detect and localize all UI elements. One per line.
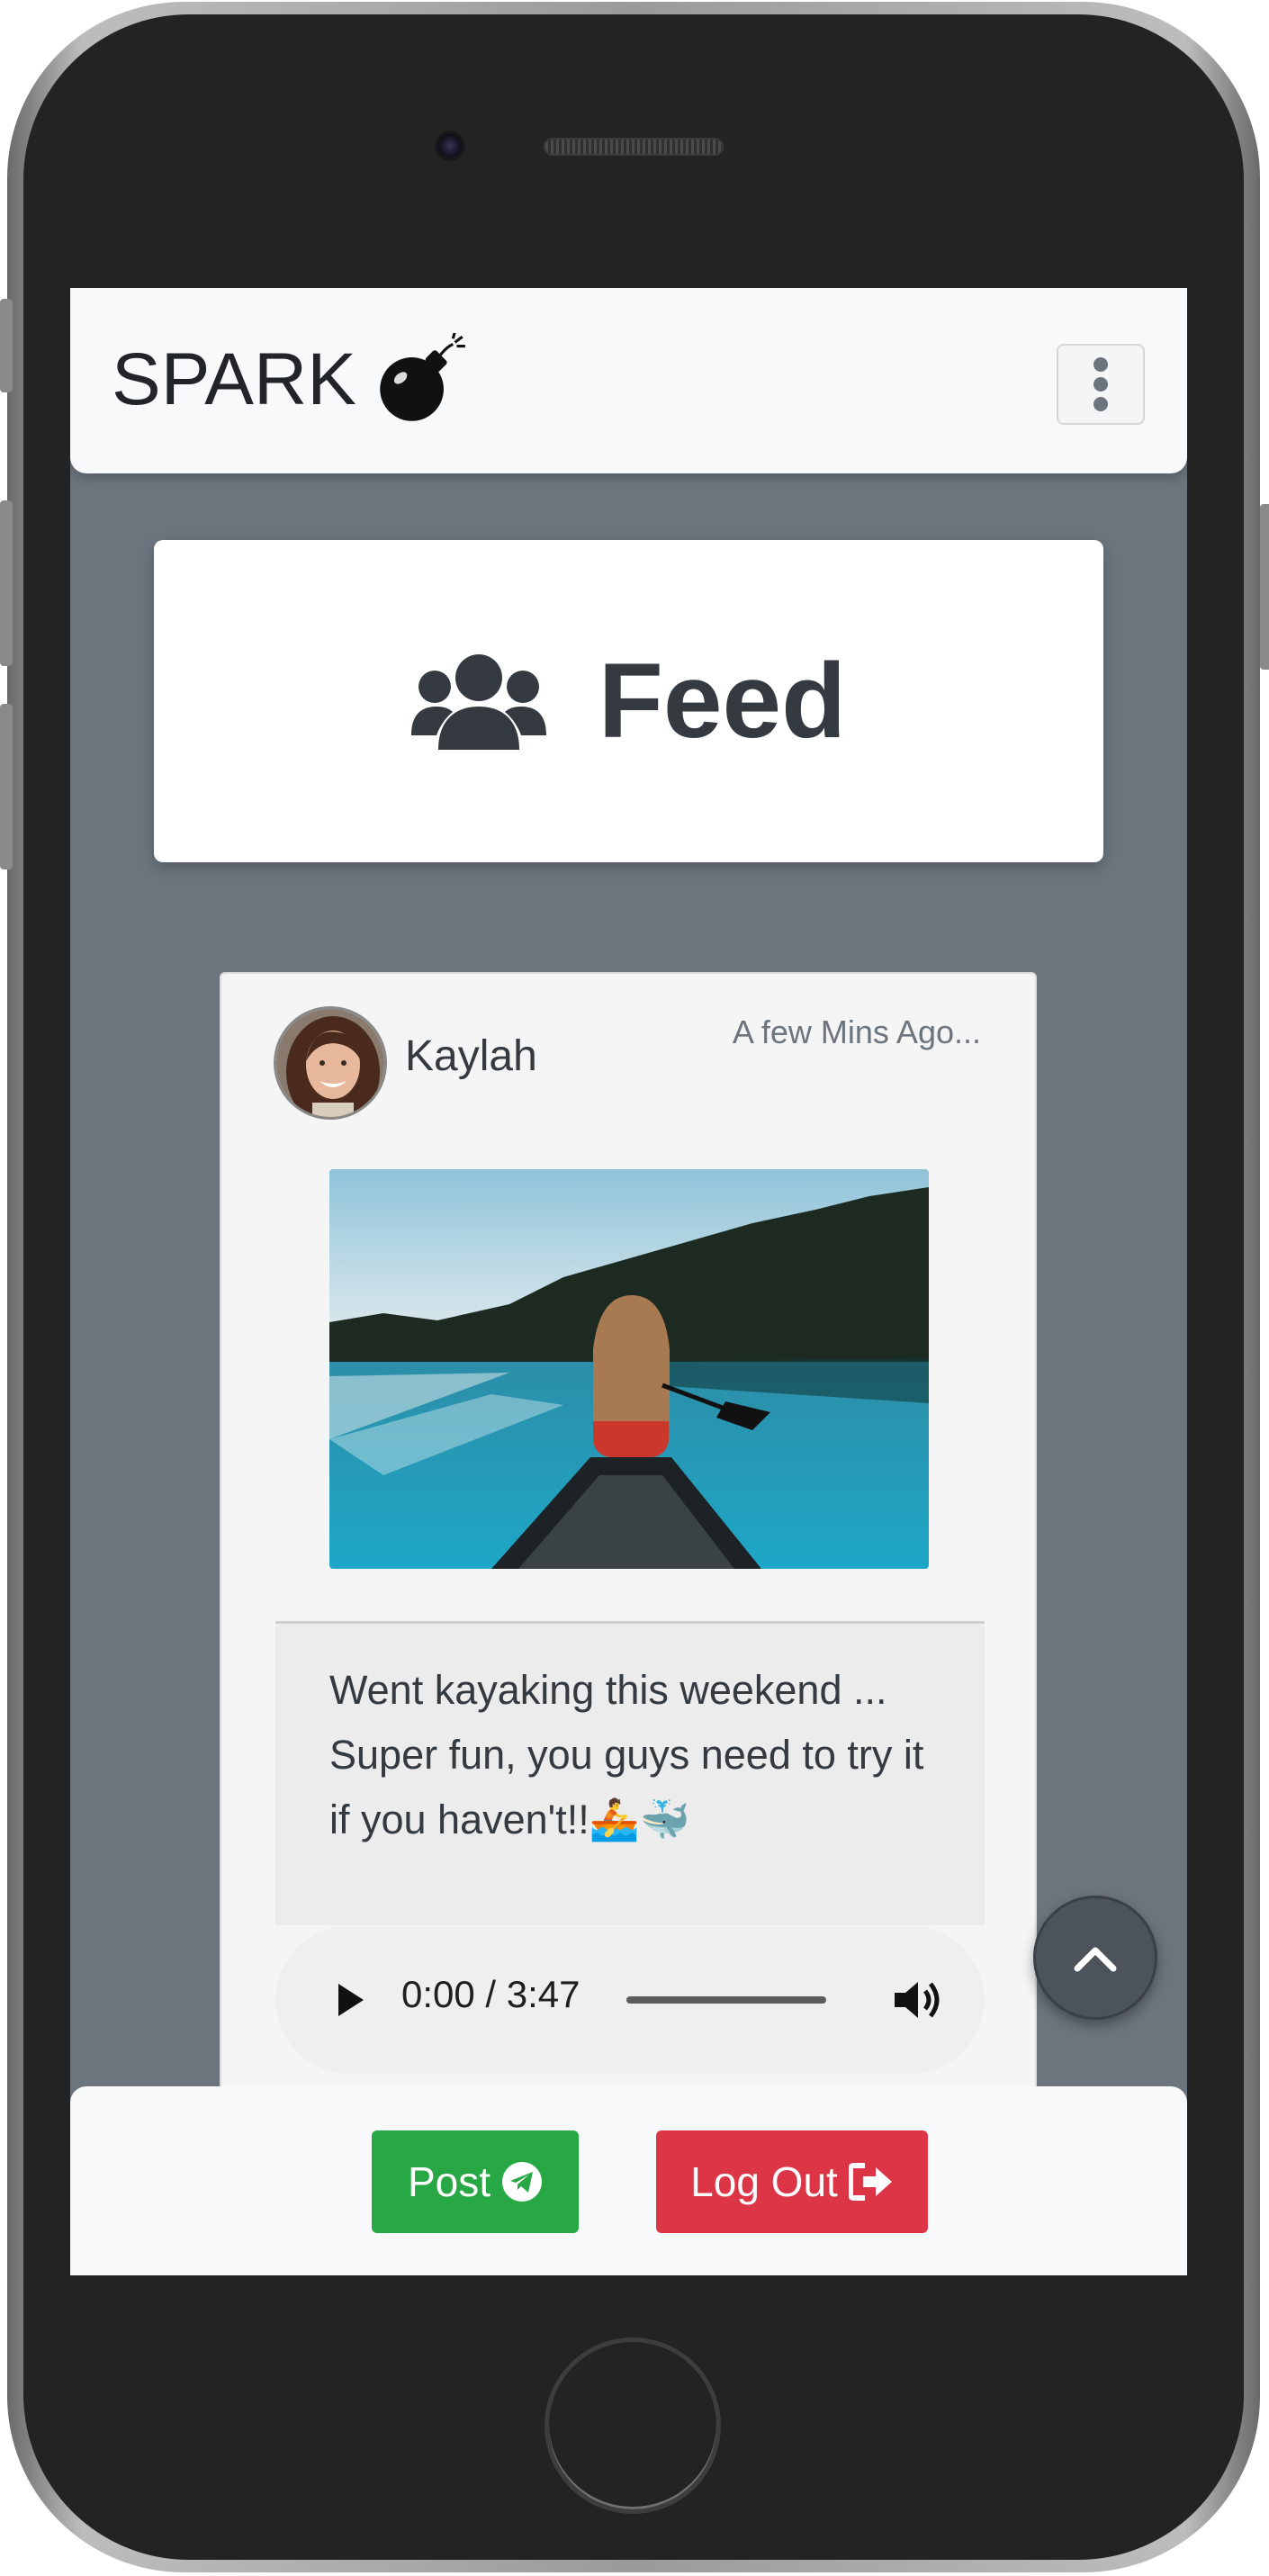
post-username[interactable]: Kaylah [405, 1031, 537, 1081]
bomb-icon [380, 333, 465, 421]
logout-button-label: Log Out [690, 2158, 838, 2205]
brand-link[interactable]: SPARK [112, 333, 468, 425]
volume-icon[interactable] [891, 1977, 941, 2023]
post-button[interactable]: Post [372, 2130, 579, 2233]
earpiece-speaker [544, 138, 724, 156]
avatar[interactable] [274, 1006, 387, 1120]
front-camera [435, 131, 465, 161]
feed-header-card: Feed [154, 540, 1103, 862]
audio-time: 0:00 / 3:47 [401, 1973, 580, 2015]
users-icon [410, 654, 546, 750]
home-button[interactable] [544, 2337, 721, 2514]
app-screen: SPARK Feed Kaylah A few Mins Ago... Went… [70, 288, 1187, 2275]
phone-volume-down-button [0, 704, 13, 869]
navbar: SPARK [70, 288, 1187, 473]
post-button-label: Post [407, 2158, 491, 2205]
post-text-box: Went kayaking this weekend ... Super fun… [275, 1621, 985, 1925]
logout-button[interactable]: Log Out [656, 2130, 928, 2233]
bottom-action-bar: Post Log Out [70, 2086, 1187, 2275]
kayak-photo [329, 1169, 929, 1569]
menu-toggle-button[interactable] [1057, 344, 1145, 425]
post-text: Went kayaking this weekend ... Super fun… [329, 1667, 924, 1842]
play-icon[interactable] [328, 1978, 371, 2022]
scroll-top-button[interactable] [1033, 1896, 1157, 2020]
audio-progress-slider[interactable] [626, 1996, 826, 2004]
vertical-dots-icon [1094, 357, 1108, 411]
post-timestamp: A few Mins Ago... [732, 1013, 981, 1050]
post-card: Kaylah A few Mins Ago... Went kayaking t… [220, 972, 1037, 2214]
avatar-image [276, 1009, 384, 1117]
sign-out-icon [848, 2163, 892, 2201]
post-photo[interactable] [329, 1169, 929, 1569]
brand-name: SPARK [112, 338, 356, 420]
phone-silent-switch [0, 299, 13, 392]
chevron-up-icon [1074, 1947, 1117, 1972]
page-title: Feed [598, 642, 847, 761]
phone-volume-up-button [0, 500, 13, 666]
telegram-plane-icon [502, 2162, 543, 2202]
audio-player[interactable]: 0:00 / 3:47 [275, 1926, 985, 2074]
phone-power-button [1260, 504, 1269, 670]
